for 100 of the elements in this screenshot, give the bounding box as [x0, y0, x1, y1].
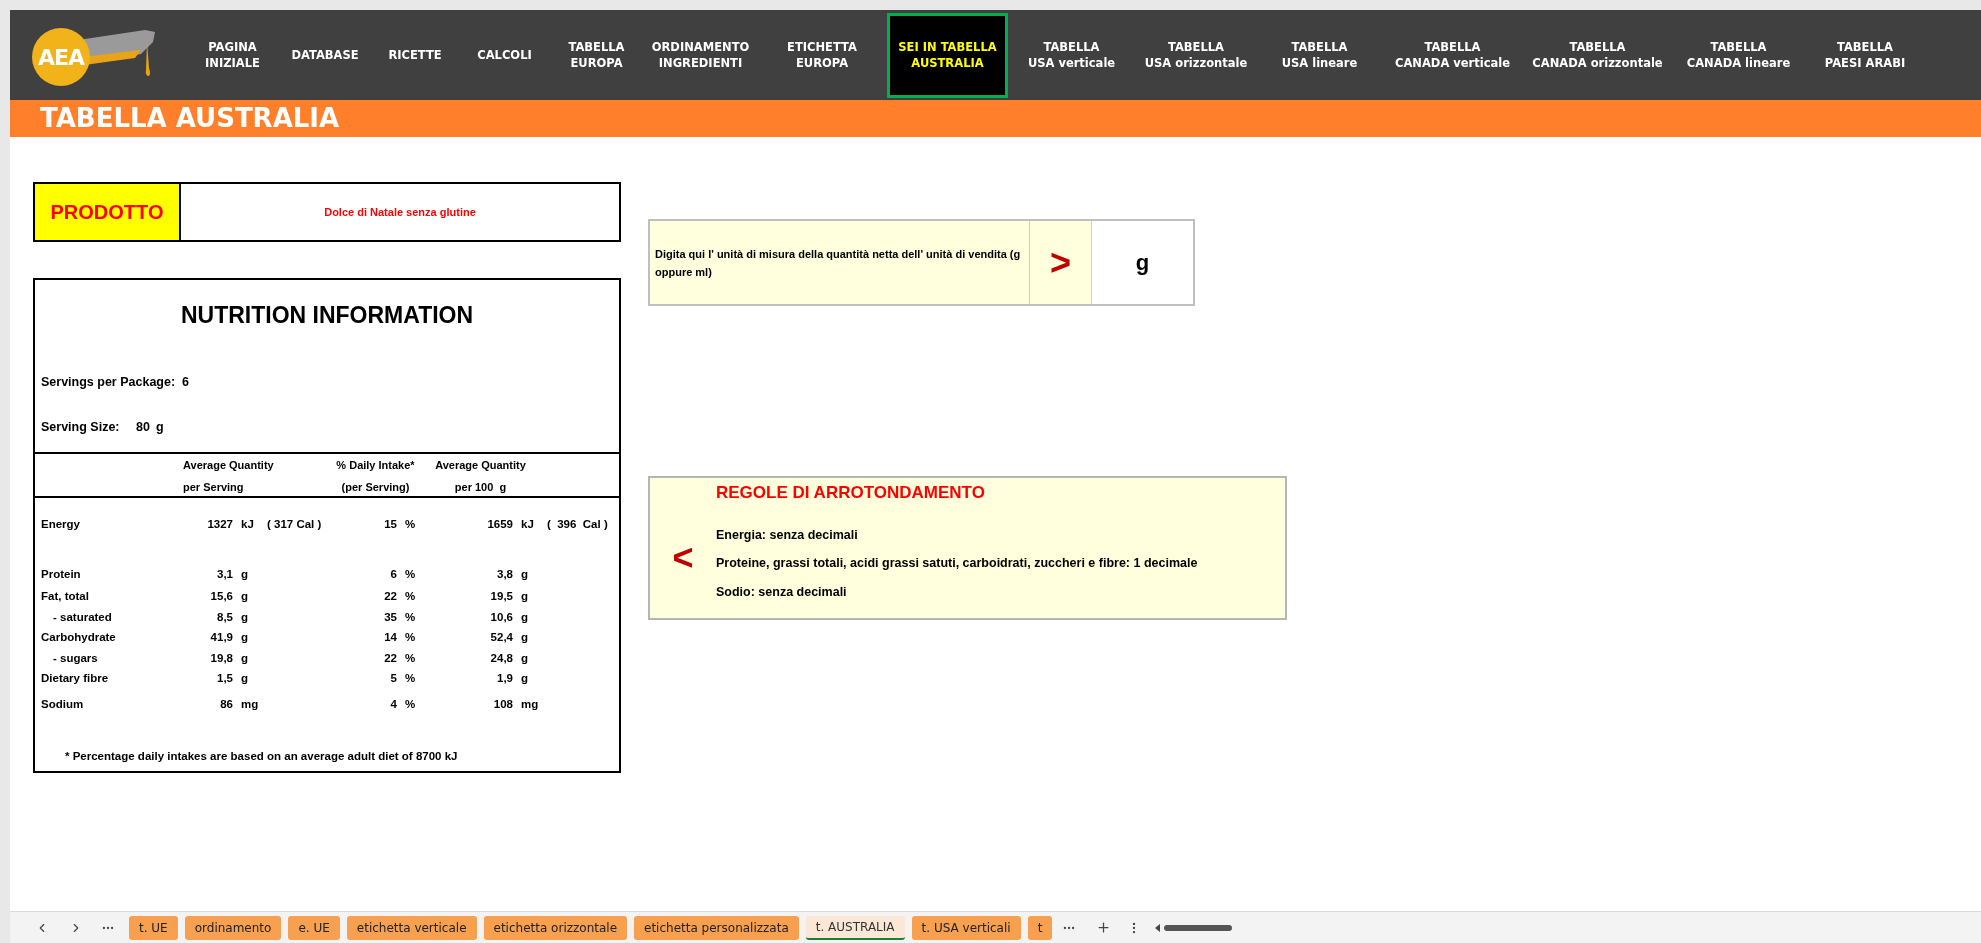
intake-value: 15	[383, 517, 397, 533]
column-header: Average Quantity	[435, 458, 526, 473]
page-title: TABELLA AUSTRALIA	[40, 102, 340, 135]
servings-label: Servings per Package:	[41, 373, 177, 391]
column-header: Average Quantity	[183, 458, 275, 473]
arrow-sign: <	[672, 536, 694, 580]
product-label: PRODOTTO	[50, 200, 164, 225]
sheet-tab[interactable]: t. AUSTRALIA	[805, 915, 905, 940]
per100-unit: g	[521, 630, 530, 646]
per100-value: 3,8	[496, 567, 513, 583]
intake-value: 35	[383, 609, 397, 625]
sheet-tab[interactable]: t. UE	[129, 915, 178, 940]
nav-button[interactable]: TABELLA CANADA orizzontale	[1523, 12, 1672, 98]
intake-unit: %	[405, 517, 417, 533]
nutrient-label: Fat, total	[41, 589, 90, 605]
intake-value: 6	[389, 567, 397, 583]
rounding-rule: Proteine, grassi totali, acidi grassi satuti, carboidrati, zuccheri e fibre: 1 decimale	[716, 555, 1198, 573]
per100-unit: kJ	[521, 517, 535, 533]
rounding-rule: Energia: senza decimali	[716, 526, 859, 544]
nutrient-label: Protein	[41, 567, 82, 583]
nav-button[interactable]: TABELLA EUROPA	[549, 12, 644, 98]
per100-calories: ( 396 Cal )	[547, 517, 609, 533]
sheet-tab[interactable]: etichetta personalizzata	[634, 915, 799, 940]
rounding-title: REGOLE DI ARROTONDAMENTO	[716, 482, 986, 504]
footnote: * Percentage daily intakes are based on an average adult diet of 8700 kJ	[65, 750, 458, 762]
nutrient-label: - saturated	[52, 609, 113, 625]
nav-button[interactable]: TABELLA USA verticale	[1008, 12, 1135, 98]
column-header: per 100 g	[454, 480, 507, 495]
intake-value: 22	[383, 650, 397, 666]
serving-value: 19,8	[209, 650, 233, 666]
nav-button[interactable]: TABELLA CANADA lineare	[1672, 12, 1805, 98]
per100-unit: g	[521, 671, 530, 687]
nav-button[interactable]: PAGINA INIZIALE	[185, 12, 280, 98]
serving-unit: g	[241, 589, 250, 605]
serving-value: 15,6	[209, 589, 233, 605]
per100-value: 52,4	[489, 630, 513, 646]
nutrient-label: Sodium	[41, 697, 85, 713]
intake-unit: %	[405, 589, 417, 605]
intake-unit: %	[405, 630, 417, 646]
intake-unit: %	[405, 567, 417, 583]
nav-button[interactable]: TABELLA CANADA verticale	[1382, 12, 1523, 98]
serving-size-label: Serving Size:	[41, 419, 121, 437]
nav-button[interactable]: ORDINAMENTO INGREDIENTI	[644, 12, 757, 98]
per100-value: 1659	[486, 517, 513, 533]
nav-button[interactable]: DATABASE	[280, 12, 370, 98]
sheet-tab[interactable]: e. UE	[288, 915, 340, 940]
per100-value: 10,6	[489, 609, 513, 625]
product-name: Dolce di Natale senza glutine	[324, 204, 476, 220]
nav-button[interactable]: SEI IN TABELLA AUSTRALIA	[887, 12, 1008, 98]
sheet-tab[interactable]: etichetta orizzontale	[483, 915, 628, 940]
column-header: (per Serving)	[341, 480, 410, 495]
intake-unit: %	[405, 650, 417, 666]
serving-value: 86	[219, 697, 233, 713]
serving-unit: kJ	[241, 517, 255, 533]
sheet-tab[interactable]: ordinamento	[184, 915, 282, 940]
intake-value: 4	[389, 697, 397, 713]
per100-unit: g	[521, 609, 530, 625]
serving-unit: mg	[241, 697, 260, 713]
sheet-tab[interactable]: t. USA verticali	[911, 915, 1021, 940]
intake-unit: %	[405, 609, 417, 625]
serving-value: 1,5	[216, 671, 233, 687]
column-header: per Serving	[183, 480, 245, 495]
serving-unit: g	[241, 609, 250, 625]
serving-unit: g	[241, 671, 250, 687]
serving-unit: g	[241, 630, 250, 646]
serving-value: 8,5	[216, 609, 233, 625]
serving-size-value: 80	[136, 419, 150, 437]
nutrient-label: Dietary fibre	[41, 671, 110, 687]
intake-unit: %	[405, 697, 417, 713]
serving-value: 41,9	[209, 630, 233, 646]
per100-unit: g	[521, 650, 530, 666]
nav-button[interactable]: TABELLA USA orizzontale	[1135, 12, 1257, 98]
intake-value: 22	[383, 589, 397, 605]
add-sheet-icon[interactable]	[1096, 920, 1112, 935]
serving-calories: ( 317 Cal )	[267, 517, 323, 533]
rounding-rule: Sodio: senza decimali	[716, 584, 848, 601]
serving-unit: g	[241, 567, 250, 583]
serving-size-unit: g	[155, 419, 164, 437]
nav-button[interactable]: CALCOLI	[460, 12, 549, 98]
serving-value: 3,1	[216, 567, 233, 583]
nutrient-label: - sugars	[52, 650, 99, 666]
nutrition-title: NUTRITION INFORMATION	[179, 301, 475, 330]
nav-button[interactable]: TABELLA PAESI ARABI	[1805, 12, 1925, 98]
serving-value: 1327	[206, 517, 233, 533]
per100-value: 24,8	[489, 650, 513, 666]
intake-value: 5	[389, 671, 397, 687]
intake-value: 14	[383, 630, 397, 646]
per100-unit: mg	[521, 697, 540, 713]
nutrient-label: Carbohydrate	[41, 630, 117, 646]
serving-unit: g	[241, 650, 250, 666]
nav-button[interactable]: RICETTE	[370, 12, 460, 98]
sheet-tab[interactable]: t	[1027, 915, 1053, 940]
nav-button[interactable]: ETICHETTA EUROPA	[757, 12, 887, 98]
nav-button[interactable]: TABELLA USA lineare	[1257, 12, 1382, 98]
intake-unit: %	[405, 671, 417, 687]
column-header: % Daily Intake*	[336, 458, 415, 473]
sheet-tab[interactable]: etichetta verticale	[346, 915, 477, 940]
servings-value: 6	[182, 373, 189, 391]
per100-unit: g	[521, 567, 530, 583]
per100-value: 1,9	[496, 671, 513, 687]
